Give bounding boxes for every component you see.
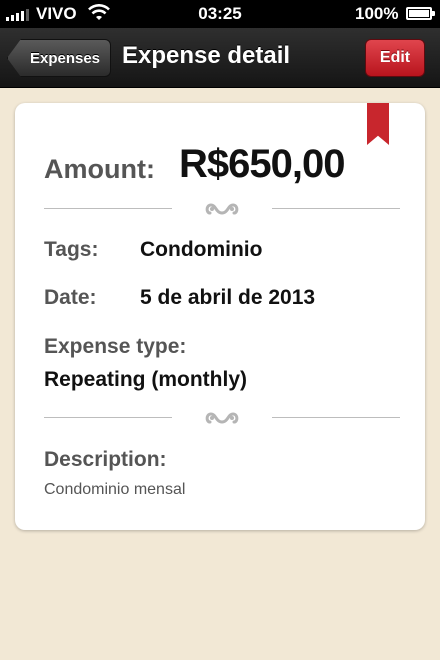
tags-label: Tags: bbox=[44, 238, 99, 261]
expense-type-value: Repeating (monthly) bbox=[44, 368, 247, 391]
navigation-bar: Expenses Expense detail Edit bbox=[0, 28, 440, 88]
edit-button[interactable]: Edit bbox=[365, 39, 425, 77]
section-divider bbox=[44, 199, 400, 219]
battery-icon bbox=[406, 7, 435, 20]
amount-value: R$650,00 bbox=[179, 142, 345, 186]
page-title: Expense detail bbox=[122, 42, 291, 69]
battery-percentage: 100% bbox=[355, 4, 399, 23]
flourish-ornament-icon bbox=[205, 412, 239, 424]
section-divider bbox=[44, 408, 400, 428]
date-value: 5 de abril de 2013 bbox=[140, 286, 316, 309]
status-bar: VIVO 03:25 100% bbox=[0, 0, 440, 28]
description-label: Description: bbox=[44, 448, 167, 471]
date-label: Date: bbox=[44, 286, 97, 309]
flourish-ornament-icon bbox=[205, 203, 239, 215]
expense-type-label: Expense type: bbox=[44, 335, 187, 358]
back-button-label: Expenses bbox=[29, 49, 101, 67]
edit-button-label: Edit bbox=[379, 49, 411, 66]
amount-label: Amount: bbox=[44, 154, 155, 184]
back-button[interactable]: Expenses bbox=[7, 39, 111, 77]
tags-value: Condominio bbox=[140, 238, 263, 261]
description-value: Condominio mensal bbox=[44, 481, 186, 498]
